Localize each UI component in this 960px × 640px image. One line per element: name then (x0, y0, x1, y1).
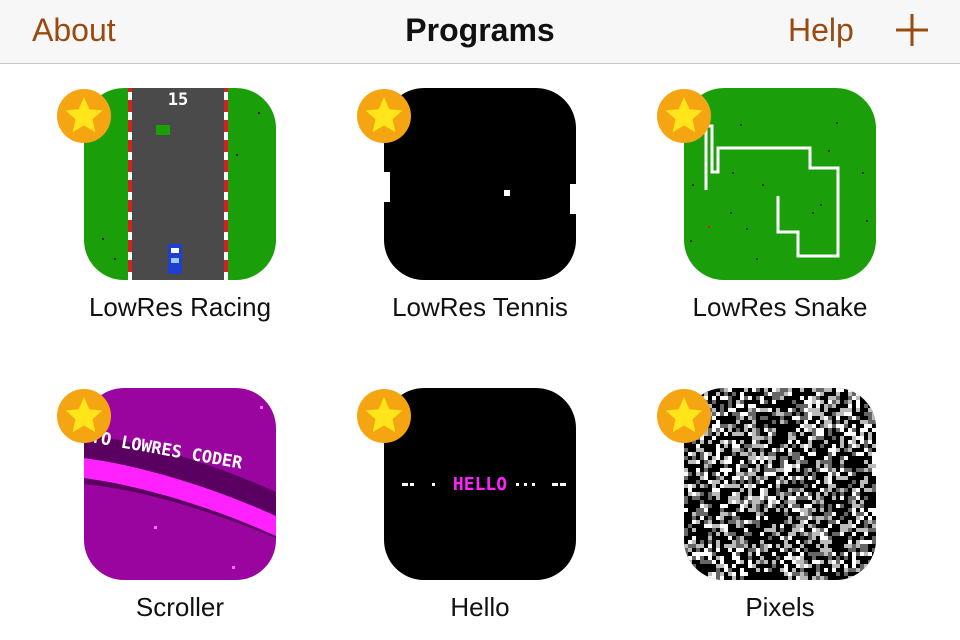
program-tile-pixels[interactable]: Pixels (640, 388, 880, 640)
tennis-icon[interactable] (384, 88, 576, 280)
favorite-star-icon[interactable] (56, 88, 112, 144)
program-tile-hello[interactable]: HELLO Hello (340, 388, 580, 640)
help-button[interactable]: Help (788, 12, 854, 49)
program-label: Hello (450, 592, 510, 622)
favorite-star-icon[interactable] (356, 388, 412, 444)
program-label: LowRes Racing (88, 292, 272, 322)
program-label: Scroller (135, 592, 225, 622)
program-label: LowRes Tennis (392, 292, 568, 322)
favorite-star-icon[interactable] (656, 388, 712, 444)
hello-text: HELLO (453, 474, 507, 495)
favorite-star-icon[interactable] (656, 88, 712, 144)
hello-icon[interactable]: HELLO (384, 388, 576, 580)
add-program-button[interactable] (892, 8, 932, 52)
racing-score: 15 (168, 90, 188, 110)
about-button[interactable]: About (32, 12, 116, 49)
pixels-icon[interactable] (684, 388, 876, 580)
favorite-star-icon[interactable] (356, 88, 412, 144)
program-tile-scroller[interactable]: TO LOWRES CODER Scroller (40, 388, 280, 640)
navigation-bar: About Programs Help (0, 0, 960, 64)
program-tile-lowres-tennis[interactable]: LowRes Tennis (340, 88, 580, 348)
scroller-icon[interactable]: TO LOWRES CODER (84, 388, 276, 580)
favorite-star-icon[interactable] (56, 388, 112, 444)
snake-icon[interactable] (684, 88, 876, 280)
plus-icon (896, 14, 928, 46)
program-tile-lowres-snake[interactable]: LowRes Snake (640, 88, 880, 348)
program-label: Pixels (745, 592, 815, 622)
program-label: LowRes Snake (692, 292, 868, 322)
racing-icon[interactable]: 15 (84, 88, 276, 280)
program-tile-lowres-racing[interactable]: 15 LowRes Racing (40, 88, 280, 348)
